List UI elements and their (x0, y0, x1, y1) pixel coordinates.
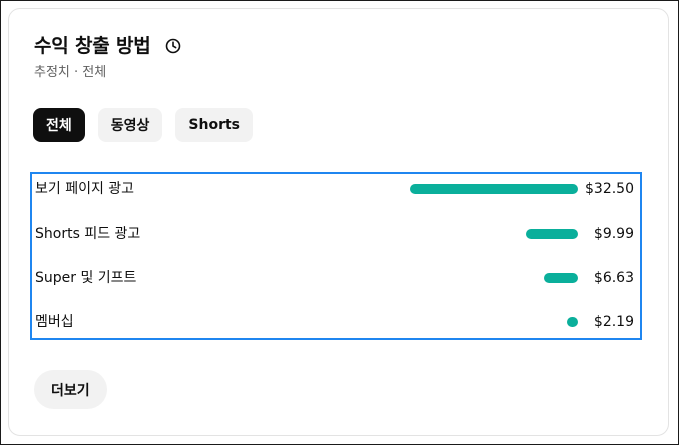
card-title: 수익 창출 방법 (34, 35, 151, 57)
row-value: $9.99 (593, 226, 634, 242)
revenue-bar (410, 184, 578, 194)
card-subtitle: 추정치 · 전체 (34, 65, 107, 80)
revenue-bar (526, 229, 578, 239)
revenue-row-shorts-feed-ads[interactable]: Shorts 피드 광고 $9.99 (35, 222, 634, 246)
revenue-source-list: 보기 페이지 광고 $32.50 Shorts 피드 광고 $9.99 Supe… (30, 172, 642, 340)
revenue-row-super-gifts[interactable]: Super 및 기프트 $6.63 (35, 266, 634, 290)
card-header: 수익 창출 방법 (34, 34, 182, 58)
show-more-button[interactable]: 더보기 (34, 370, 107, 409)
history-icon[interactable] (164, 37, 182, 55)
tab-all[interactable]: 전체 (33, 108, 85, 142)
filter-tabs: 전체 동영상 Shorts (33, 108, 254, 142)
tab-videos[interactable]: 동영상 (97, 108, 163, 142)
row-value: $32.50 (585, 181, 634, 197)
row-value: $6.63 (593, 270, 634, 286)
revenue-bar (544, 273, 578, 283)
row-value: $2.19 (593, 314, 634, 330)
tab-shorts[interactable]: Shorts (175, 108, 254, 142)
revenue-row-memberships[interactable]: 멤버십 $2.19 (35, 310, 634, 334)
revenue-row-watch-page-ads[interactable]: 보기 페이지 광고 $32.50 (35, 177, 634, 201)
revenue-bar (567, 317, 578, 327)
